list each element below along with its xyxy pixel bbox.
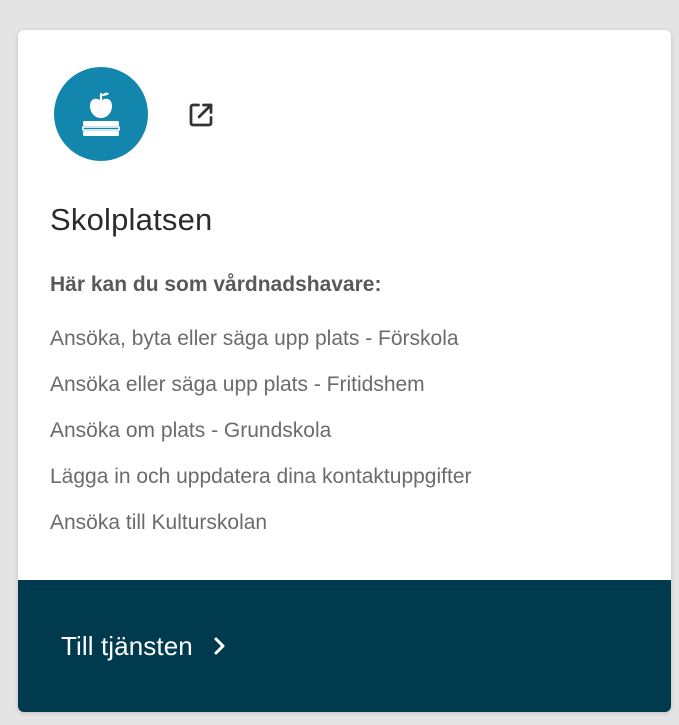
external-link-icon[interactable] — [184, 98, 218, 132]
list-item: Ansöka till Kulturskolan — [50, 511, 268, 534]
chevron-right-icon — [211, 635, 229, 657]
card-intro: Här kan du som vårdnadshavare: — [50, 273, 382, 296]
till-tjansten-link[interactable]: Till tjänsten — [61, 631, 229, 662]
card-body: Skolplatsen Här kan du som vårdnadshavar… — [18, 30, 671, 580]
card-title: Skolplatsen — [50, 202, 213, 237]
cta-label: Till tjänsten — [61, 630, 193, 661]
service-list: Ansöka, byta eller säga upp plats - Förs… — [50, 316, 472, 546]
list-item: Ansöka, byta eller säga upp plats - Förs… — [50, 327, 459, 350]
service-card: Skolplatsen Här kan du som vårdnadshavar… — [18, 30, 671, 712]
page-background: Skolplatsen Här kan du som vårdnadshavar… — [0, 0, 679, 725]
school-apple-book-icon — [54, 67, 148, 161]
list-item: Ansöka eller säga upp plats - Fritidshem — [50, 373, 425, 396]
list-item: Lägga in och uppdatera dina kontaktuppgi… — [50, 465, 472, 488]
list-item: Ansöka om plats - Grundskola — [50, 419, 332, 442]
card-footer[interactable]: Till tjänsten — [18, 580, 671, 712]
